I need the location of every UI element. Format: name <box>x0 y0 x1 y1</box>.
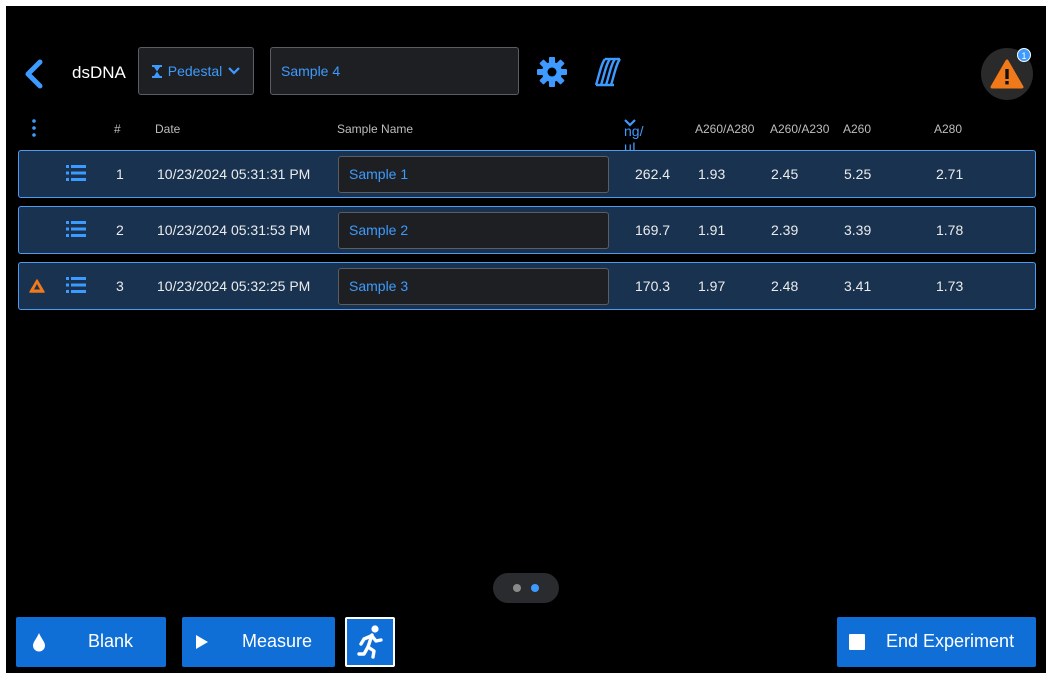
row-date: 10/23/2024 05:31:31 PM <box>157 166 311 182</box>
measure-button[interactable]: Measure <box>182 617 335 667</box>
row-a260: 3.41 <box>844 278 872 294</box>
table-header: # Date Sample Name ng/µL A260/A280 A260/… <box>6 118 1046 155</box>
quick-run-button[interactable] <box>345 617 395 667</box>
column-header-a280: A280 <box>934 122 963 136</box>
row-a260-a280: 1.97 <box>698 278 726 294</box>
column-menu-button[interactable] <box>30 118 38 140</box>
row-number: 2 <box>116 222 124 238</box>
column-header-a260-a280: A260/A280 <box>695 122 755 136</box>
row-a260: 5.25 <box>844 166 872 182</box>
back-button[interactable] <box>20 58 48 90</box>
measure-button-label: Measure <box>242 631 313 651</box>
play-icon <box>196 635 208 649</box>
gear-icon <box>537 57 567 87</box>
row-a260-a280: 1.93 <box>698 166 726 182</box>
row-a260-a230: 2.45 <box>771 166 799 182</box>
settings-button[interactable] <box>536 56 568 88</box>
row-a260-a230: 2.39 <box>771 222 799 238</box>
row-date: 10/23/2024 05:32:25 PM <box>157 278 311 294</box>
blank-button[interactable]: Blank <box>16 617 166 667</box>
top-bar: dsDNA Pedestal Sample 4 1 <box>6 46 1046 102</box>
column-header-date: Date <box>155 122 181 136</box>
row-sample-name-field[interactable]: Sample 3 <box>338 268 609 305</box>
droplet-icon <box>33 633 45 652</box>
row-concentration: 170.3 <box>635 278 671 294</box>
app-screen: dsDNA Pedestal Sample 4 1 # Date Sample … <box>6 6 1046 673</box>
spectrum-icon <box>594 57 621 87</box>
row-concentration: 169.7 <box>635 222 671 238</box>
table-row[interactable]: 1 10/23/2024 05:31:31 PM Sample 1 262.4 … <box>18 150 1036 198</box>
row-a280: 1.73 <box>936 278 964 294</box>
kebab-menu-icon <box>32 119 36 137</box>
column-header-number: # <box>114 122 121 136</box>
hourglass-icon <box>151 64 162 78</box>
page-dot-1[interactable] <box>513 584 521 592</box>
alert-count-badge: 1 <box>1017 48 1031 62</box>
mode-label: Pedestal <box>167 63 223 79</box>
assay-title: dsDNA <box>72 63 126 82</box>
row-a260: 3.39 <box>844 222 872 238</box>
row-a260-a280: 1.91 <box>698 222 726 238</box>
end-experiment-label: End Experiment <box>886 631 1015 651</box>
row-number: 3 <box>116 278 124 294</box>
measurement-mode-dropdown[interactable]: Pedestal <box>138 47 254 95</box>
chevron-left-icon <box>25 59 43 89</box>
column-header-a260: A260 <box>843 122 872 136</box>
row-date: 10/23/2024 05:31:53 PM <box>157 222 311 238</box>
row-sample-name-field[interactable]: Sample 2 <box>338 212 609 249</box>
stop-icon <box>849 634 865 650</box>
alerts-button[interactable]: 1 <box>981 48 1033 100</box>
warning-icon[interactable] <box>29 279 45 293</box>
row-a280: 2.71 <box>936 166 964 182</box>
list-icon[interactable] <box>66 164 86 182</box>
row-a260-a230: 2.48 <box>771 278 799 294</box>
concentration-unit-dropdown[interactable]: ng/µL <box>624 119 643 155</box>
list-icon[interactable] <box>66 276 86 294</box>
list-icon[interactable] <box>66 220 86 238</box>
row-concentration: 262.4 <box>635 166 671 182</box>
spectrum-view-button[interactable] <box>592 56 624 88</box>
row-a280: 1.78 <box>936 222 964 238</box>
end-experiment-button[interactable]: End Experiment <box>837 617 1036 667</box>
running-person-icon <box>357 625 383 659</box>
table-row[interactable]: 2 10/23/2024 05:31:53 PM Sample 2 169.7 … <box>18 206 1036 254</box>
results-table: 1 10/23/2024 05:31:31 PM Sample 1 262.4 … <box>18 150 1036 318</box>
page-indicator <box>493 573 559 603</box>
row-number: 1 <box>116 166 124 182</box>
page-dot-2[interactable] <box>531 584 539 592</box>
blank-button-label: Blank <box>88 631 134 651</box>
column-header-a260-a230: A260/A230 <box>770 122 830 136</box>
column-header-sample-name: Sample Name <box>337 122 414 136</box>
chevron-down-icon <box>228 67 241 75</box>
row-sample-name-field[interactable]: Sample 1 <box>338 156 609 193</box>
table-row[interactable]: 3 10/23/2024 05:32:25 PM Sample 3 170.3 … <box>18 262 1036 310</box>
sample-name-input[interactable] <box>270 47 519 95</box>
